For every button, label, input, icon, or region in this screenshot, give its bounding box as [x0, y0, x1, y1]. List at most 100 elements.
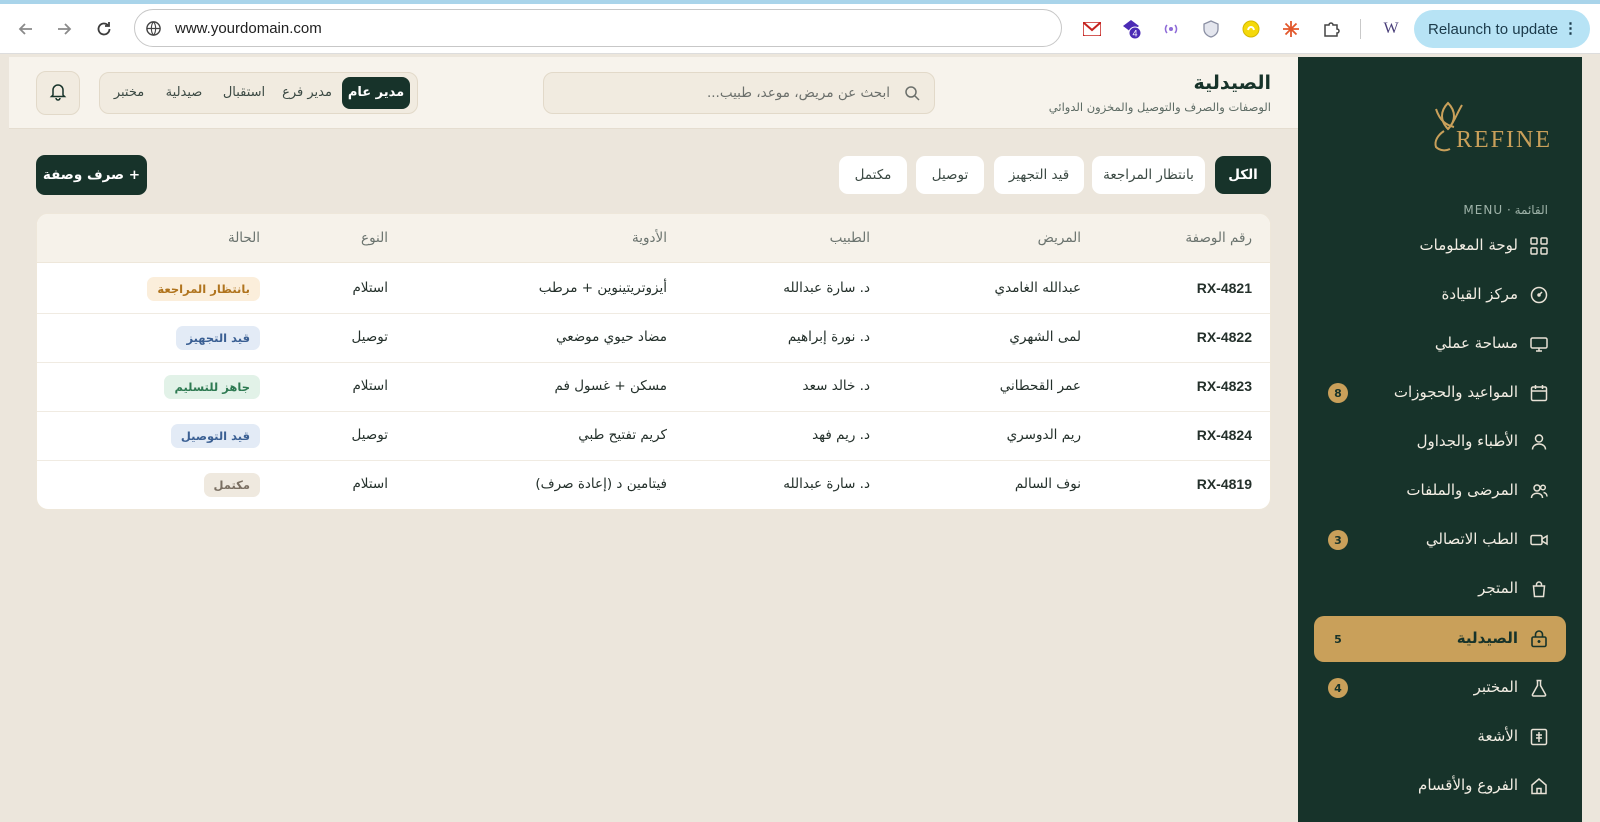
- status-badge: قيد التوصيل: [170, 424, 260, 448]
- column-header-patient: المريض: [1037, 230, 1081, 246]
- filter-preparing[interactable]: قيد التجهيز: [994, 156, 1084, 194]
- medications: مسكن + غسول فم: [554, 378, 667, 394]
- doctor-name: د. سارة عبدالله: [783, 280, 870, 296]
- sidebar-item-label: المرضى والملفات: [1406, 481, 1518, 499]
- table-row[interactable]: RX-4822 لمى الشهري د. نورة إبراهيم مضاد …: [37, 313, 1270, 363]
- patient-name: عبدالله الغامدي: [994, 280, 1081, 296]
- doctor-name: د. سارة عبدالله: [783, 476, 870, 492]
- table-row[interactable]: RX-4823 عمر القحطاني د. خالد سعد مسكن + …: [37, 362, 1270, 412]
- sidebar-item-appointments[interactable]: المواعيد والحجوزات 8: [1314, 370, 1566, 416]
- sidebar-item-label: مركز القيادة: [1441, 285, 1518, 303]
- sidebar-item-store[interactable]: المتجر: [1314, 566, 1566, 612]
- page-subtitle: الوصفات والصرف والتوصيل والمخزون الدوائي: [1048, 100, 1271, 114]
- doctor-name: د. ريم فهد: [812, 427, 870, 443]
- relaunch-button[interactable]: Relaunch to update ⋮: [1414, 10, 1590, 48]
- more-menu-icon[interactable]: ⋮: [1563, 19, 1578, 37]
- filter-delivery[interactable]: توصيل: [916, 156, 984, 194]
- bag-icon: [1528, 578, 1550, 600]
- sidebar-badge: 4: [1328, 678, 1348, 698]
- search-input[interactable]: ابحث عن مريض، موعد، طبيب...: [543, 72, 935, 114]
- back-icon[interactable]: [12, 15, 40, 43]
- rx-number: RX-4822: [1196, 329, 1252, 345]
- app-shell: REFINE القائمة · MENU لوحة المعلومات مرك…: [9, 57, 1582, 822]
- table-row[interactable]: RX-4821 عبدالله الغامدي د. سارة عبدالله …: [37, 264, 1270, 314]
- medications: أيزوتريتينوين + مرطب: [538, 280, 667, 296]
- toolbar-divider: [1360, 19, 1361, 39]
- sidebar-item-lab[interactable]: المختبر 4: [1314, 665, 1566, 711]
- home-icon: [1528, 775, 1550, 797]
- medications: فيتامين د (إعادة صرف): [535, 476, 667, 492]
- extension-badge-icon[interactable]: 4: [1120, 18, 1142, 40]
- sidebar-item-patients[interactable]: المرضى والملفات: [1314, 468, 1566, 514]
- rx-number: RX-4823: [1196, 378, 1252, 394]
- table-row[interactable]: RX-4819 نوف السالم د. سارة عبدالله فيتام…: [37, 460, 1270, 509]
- role-tab-reception[interactable]: استقبال: [214, 77, 274, 109]
- rx-number: RX-4821: [1196, 280, 1252, 296]
- site-info-icon[interactable]: [145, 20, 162, 41]
- sidebar-item-label: الأشعة: [1477, 727, 1518, 745]
- page-title: الصيدلية: [1193, 72, 1271, 94]
- role-tab-lab[interactable]: مختبر: [104, 77, 154, 109]
- sidebar-item-label: المتجر: [1478, 579, 1518, 597]
- column-header-type: النوع: [361, 230, 388, 246]
- order-type: استلام: [352, 280, 388, 296]
- puzzle-icon[interactable]: [1320, 18, 1342, 40]
- column-header-doctor: الطبيب: [829, 230, 870, 246]
- lock-bag-icon: [1528, 628, 1550, 650]
- table-row[interactable]: RX-4824 ريم الدوسري د. ريم فهد كريم تفتي…: [37, 411, 1270, 461]
- sidebar-item-doctors[interactable]: الأطباء والجداول: [1314, 419, 1566, 465]
- sidebar-item-telemedicine[interactable]: الطب الاتصالي 3: [1314, 517, 1566, 563]
- sidebar-item-label: لوحة المعلومات: [1419, 236, 1519, 254]
- role-tab-general-manager[interactable]: مدير عام: [342, 77, 410, 109]
- sidebar: REFINE القائمة · MENU لوحة المعلومات مرك…: [1298, 57, 1582, 822]
- broadcast-icon[interactable]: [1160, 18, 1182, 40]
- filter-pending-review[interactable]: بانتظار المراجعة: [1092, 156, 1205, 194]
- sidebar-item-dashboard[interactable]: لوحة المعلومات: [1314, 223, 1566, 269]
- order-type: توصيل: [351, 427, 389, 443]
- sparkle-icon[interactable]: [1280, 18, 1302, 40]
- filter-completed[interactable]: مكتمل: [839, 156, 907, 194]
- sidebar-item-radiology[interactable]: الأشعة: [1314, 714, 1566, 760]
- refine-logo[interactable]: REFINE: [1426, 95, 1556, 155]
- doctor-name: د. نورة إبراهيم: [787, 329, 870, 345]
- menu-caption: القائمة · MENU: [1463, 203, 1548, 217]
- role-tab-branch-manager[interactable]: مدير فرع: [276, 77, 338, 109]
- status-badge: بانتظار المراجعة: [147, 277, 260, 301]
- medications: مضاد حيوي موضعي: [555, 329, 667, 345]
- table-header: رقم الوصفة المريض الطبيب الأدوية النوع ا…: [37, 214, 1270, 263]
- sidebar-item-label: الفروع والأقسام: [1418, 776, 1518, 794]
- address-bar[interactable]: www.yourdomain.com: [134, 9, 1062, 47]
- status-badge: قيد التجهيز: [176, 326, 260, 350]
- sidebar-item-label: الصيدلية: [1456, 629, 1518, 647]
- notifications-button[interactable]: [36, 71, 80, 115]
- snapchat-icon[interactable]: [1240, 18, 1262, 40]
- filter-all[interactable]: الكل: [1215, 156, 1271, 194]
- sidebar-item-label: الأطباء والجداول: [1416, 432, 1518, 450]
- forward-icon[interactable]: [50, 15, 78, 43]
- gmail-icon[interactable]: [1081, 18, 1103, 40]
- shield-icon[interactable]: [1200, 18, 1222, 40]
- patient-name: نوف السالم: [1014, 476, 1081, 492]
- order-type: استلام: [352, 476, 388, 492]
- extension-badge-count: 4: [1132, 29, 1137, 39]
- order-type: توصيل: [351, 329, 389, 345]
- sidebar-item-pharmacy[interactable]: الصيدلية 5: [1314, 616, 1566, 662]
- user-icon: [1528, 431, 1550, 453]
- url-text[interactable]: www.yourdomain.com: [175, 20, 322, 37]
- patient-name: لمى الشهري: [1009, 329, 1081, 345]
- sidebar-item-command-center[interactable]: مركز القيادة: [1314, 272, 1566, 318]
- role-tab-pharmacy[interactable]: صيدلية: [156, 77, 212, 109]
- sidebar-item-label: المختبر: [1473, 678, 1518, 696]
- patient-name: ريم الدوسري: [1006, 427, 1081, 443]
- search-icon: [904, 85, 920, 105]
- reload-icon[interactable]: [90, 15, 118, 43]
- monitor-icon: [1528, 333, 1550, 355]
- dispense-prescription-button[interactable]: + صرف وصفة: [36, 155, 147, 195]
- sidebar-item-label: المواعيد والحجوزات: [1393, 383, 1518, 401]
- w-icon[interactable]: W: [1380, 18, 1402, 40]
- sidebar-badge: 5: [1334, 632, 1342, 646]
- order-type: استلام: [352, 378, 388, 394]
- sidebar-item-workspace[interactable]: مساحة عملي: [1314, 321, 1566, 367]
- status-badge: جاهز للتسليم: [164, 375, 260, 399]
- sidebar-item-branches[interactable]: الفروع والأقسام: [1314, 763, 1566, 809]
